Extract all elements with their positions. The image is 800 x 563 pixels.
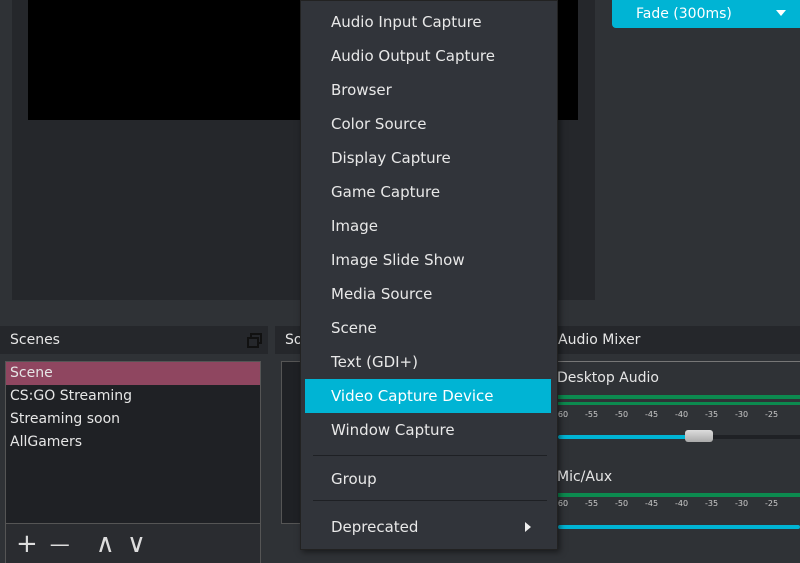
menu-item[interactable]: Window Capture [305, 413, 551, 447]
tick-label: -30 [735, 410, 749, 419]
channel-name: Desktop Audio [557, 370, 659, 386]
menu-item[interactable]: Browser [305, 73, 551, 107]
meter-scale: -60 -55 -50 -45 -40 -35 -30 -25 [555, 499, 795, 508]
menu-item[interactable]: Audio Output Capture [305, 39, 551, 73]
menu-item-label: Deprecated [331, 518, 419, 536]
menu-item[interactable]: Game Capture [305, 175, 551, 209]
menu-separator [313, 455, 547, 456]
scene-item[interactable]: Scene [6, 362, 260, 385]
menu-item[interactable]: Media Source [305, 277, 551, 311]
scenes-toolbar: + — ∧ ∨ [5, 524, 261, 563]
tick-label: -45 [645, 499, 659, 508]
scene-item[interactable]: CS:GO Streaming [6, 385, 260, 408]
volume-slider-fill[interactable] [558, 525, 800, 529]
transitions-panel [595, 0, 800, 300]
dropdown-arrow-icon [776, 10, 786, 16]
tick-label: -60 [555, 499, 569, 508]
scenes-title-label: Scenes [10, 332, 60, 348]
menu-item-group[interactable]: Group [305, 462, 551, 496]
volume-slider-handle[interactable] [685, 430, 714, 442]
volume-meter [557, 395, 800, 399]
add-source-menu: Audio Input Capture Audio Output Capture B… [300, 0, 558, 550]
tick-label: -50 [615, 499, 629, 508]
tick-label: -25 [765, 410, 779, 419]
move-down-button[interactable]: ∨ [127, 529, 146, 559]
menu-item[interactable]: Image Slide Show [305, 243, 551, 277]
tick-label: -30 [735, 499, 749, 508]
menu-separator [313, 500, 547, 501]
tick-label: -25 [765, 499, 779, 508]
tick-label: -50 [615, 410, 629, 419]
scene-item[interactable]: Streaming soon [6, 408, 260, 431]
menu-item-deprecated[interactable]: Deprecated [305, 510, 551, 544]
volume-meter [557, 402, 800, 405]
menu-item[interactable]: Color Source [305, 107, 551, 141]
mixer-dock-title: Audio Mixer [555, 326, 800, 354]
tick-label: -55 [585, 499, 599, 508]
submenu-arrow-icon [525, 522, 531, 532]
meter-scale: -60 -55 -50 -45 -40 -35 -30 -25 [555, 410, 795, 419]
add-scene-button[interactable]: + [16, 529, 38, 559]
menu-item[interactable]: Text (GDI+) [305, 345, 551, 379]
scene-item[interactable]: AllGamers [6, 431, 260, 454]
scenes-dock-title: Scenes [0, 326, 268, 354]
menu-item[interactable]: Display Capture [305, 141, 551, 175]
menu-item[interactable]: Image [305, 209, 551, 243]
mixer-title-label: Audio Mixer [558, 332, 641, 348]
scenes-list[interactable]: Scene CS:GO Streaming Streaming soon All… [5, 361, 261, 524]
transition-value: Fade (300ms) [636, 6, 732, 22]
remove-scene-button[interactable]: — [50, 532, 70, 556]
tick-label: -40 [675, 410, 689, 419]
tick-label: -35 [705, 499, 719, 508]
menu-item[interactable]: Scene [305, 311, 551, 345]
float-dock-icon[interactable] [247, 333, 262, 348]
menu-item[interactable]: Audio Input Capture [305, 5, 551, 39]
tick-label: -40 [675, 499, 689, 508]
volume-meter [557, 493, 800, 497]
volume-slider-fill [558, 435, 689, 439]
tick-label: -60 [555, 410, 569, 419]
transition-dropdown[interactable]: Fade (300ms) [612, 0, 800, 28]
move-up-button[interactable]: ∧ [96, 529, 115, 559]
tick-label: -35 [705, 410, 719, 419]
channel-name: Mic/Aux [557, 469, 613, 485]
tick-label: -45 [645, 410, 659, 419]
audio-mixer: Desktop Audio -60 -55 -50 -45 -40 -35 -30 -25 M… [555, 361, 800, 563]
tick-label: -55 [585, 410, 599, 419]
menu-item[interactable]: Video Capture Device [305, 379, 551, 413]
